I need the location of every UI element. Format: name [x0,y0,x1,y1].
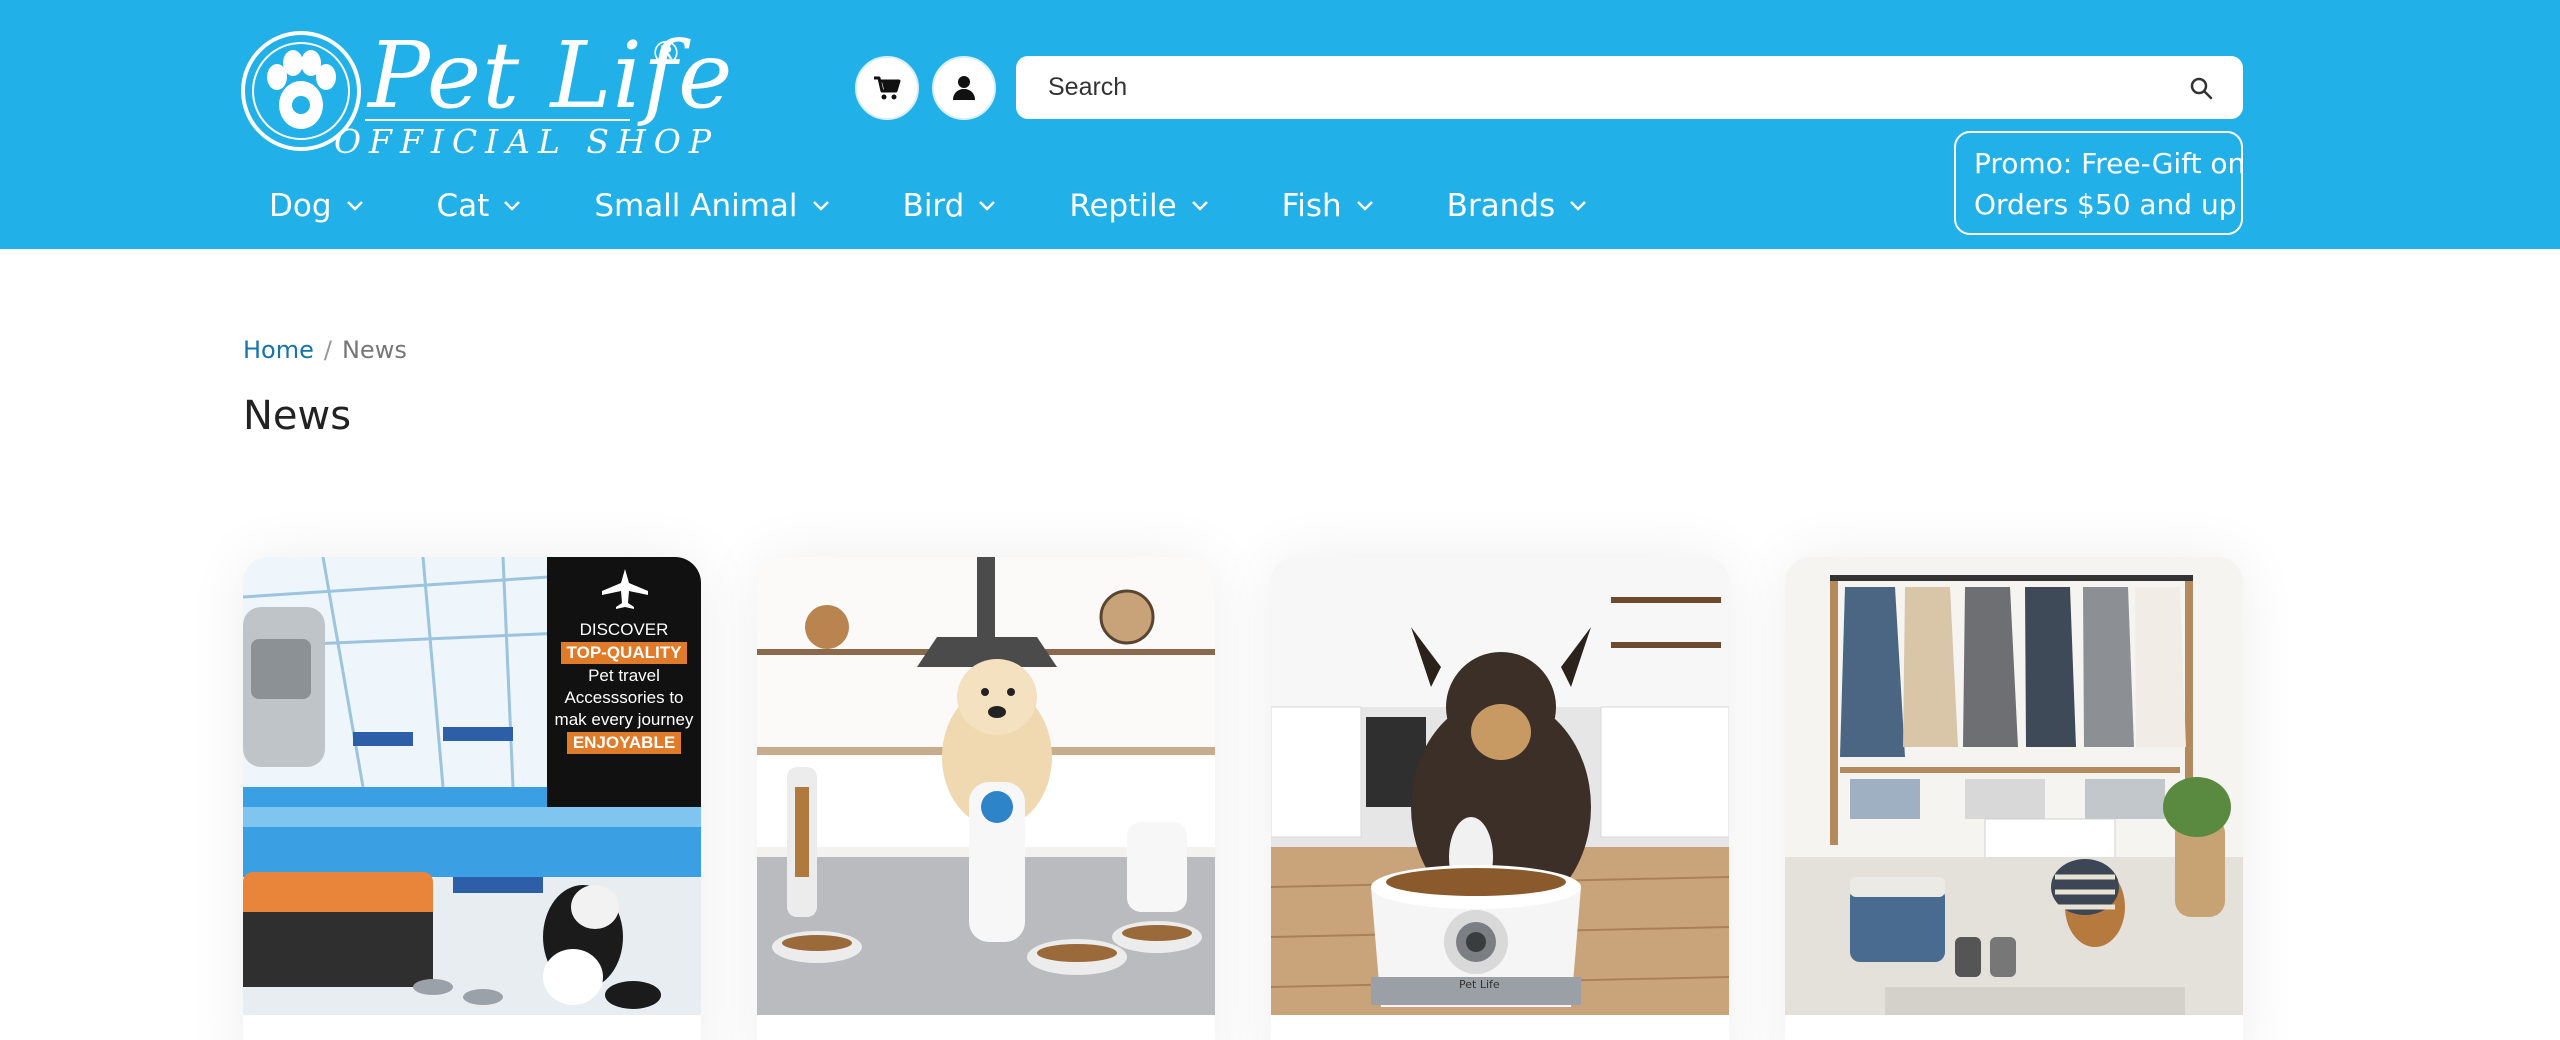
bowl-label: Pet Life [1459,978,1500,991]
promo-banner[interactable]: Promo: Free-Gift on Orders $50 and up [1954,131,2246,235]
news-card[interactable]: Pet Life [1271,557,1729,1040]
logo[interactable]: Pet Life ® OFFICIAL SHOP [241,22,732,163]
cart-icon [874,76,901,100]
nav-item-bird[interactable]: Bird [879,188,997,224]
search-icon[interactable] [2189,76,2213,100]
search-input[interactable] [1016,56,2243,119]
nav-item-dog[interactable]: Dog [245,188,364,224]
promo-overlay: DISCOVER TOP-QUALITY Pet travel Accessso… [547,557,701,807]
site-header: Pet Life ® OFFICIAL SHOP Dog Cat Small A… [0,0,2560,249]
chevron-down-icon [1356,201,1373,211]
news-card-image[interactable]: Pet Life [1271,557,1729,1015]
page-title: News [243,393,352,439]
breadcrumb-current: News [341,336,407,364]
airplane-icon [602,569,648,609]
chevron-down-icon [346,201,363,211]
user-icon [953,76,975,100]
news-card[interactable] [757,557,1215,1040]
breadcrumb: Home / News [243,336,407,364]
promo-line-1: Promo: Free-Gift on [1974,147,2246,180]
nav-item-brands[interactable]: Brands [1423,188,1588,224]
cart-button[interactable] [855,56,919,120]
promo-line-2: Orders $50 and up [1974,188,2237,221]
nav-item-small-animal[interactable]: Small Animal [570,188,829,224]
chevron-down-icon [979,201,996,211]
news-card[interactable]: DISCOVER TOP-QUALITY Pet travel Accessso… [243,557,701,1040]
breadcrumb-separator: / [323,336,332,364]
nav-item-reptile[interactable]: Reptile [1045,188,1208,224]
logo-subtitle: OFFICIAL SHOP [334,122,720,161]
registered-mark: ® [650,34,682,72]
chevron-down-icon [1570,201,1587,211]
news-card-image[interactable] [1785,557,2243,1015]
nav-item-fish[interactable]: Fish [1258,188,1374,224]
news-card[interactable] [1785,557,2243,1040]
logo-divider [365,119,630,121]
search-bar [1016,56,2243,119]
main-nav: Dog Cat Small Animal Bird Reptile Fish B… [245,188,1636,224]
chevron-down-icon [812,201,829,211]
account-button[interactable] [932,56,996,120]
news-card-image[interactable] [757,557,1215,1015]
breadcrumb-home-link[interactable]: Home [243,336,314,364]
nav-item-cat[interactable]: Cat [413,188,522,224]
chevron-down-icon [504,201,521,211]
chevron-down-icon [1191,201,1208,211]
